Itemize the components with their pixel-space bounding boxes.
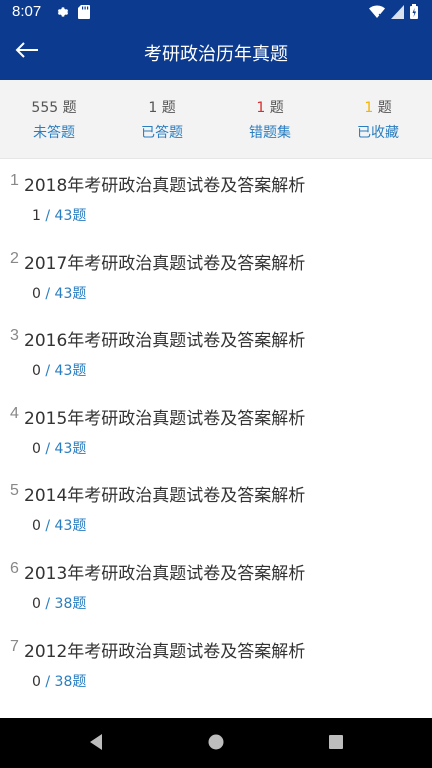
item-title: 2017年考研政治真题试卷及答案解析 xyxy=(24,253,306,274)
item-progress: 0 / 38题 xyxy=(32,595,87,612)
sd-card-icon xyxy=(78,4,90,23)
exam-list: 1 2018年考研政治真题试卷及答案解析 1 / 43题 2 2017年考研政治… xyxy=(0,159,432,702)
nav-home-button[interactable] xyxy=(205,733,227,755)
item-title: 2013年考研政治真题试卷及答案解析 xyxy=(24,563,306,584)
stat-unanswered[interactable]: 555 题 未答题 xyxy=(0,80,108,158)
status-left-icons xyxy=(56,4,90,23)
item-index: 4 xyxy=(10,404,19,422)
nav-recents-button[interactable] xyxy=(325,733,347,755)
item-index: 2 xyxy=(10,249,19,267)
stat-count: 1 题 xyxy=(148,100,176,116)
page-title: 考研政治历年真题 xyxy=(144,44,288,65)
stat-count: 555 题 xyxy=(31,100,77,116)
item-title: 2016年考研政治真题试卷及答案解析 xyxy=(24,331,306,352)
stat-label: 错题集 xyxy=(249,125,291,141)
wifi-icon xyxy=(369,4,385,23)
toolbar: 考研政治历年真题 xyxy=(0,24,432,80)
stat-favorites[interactable]: 1 题 已收藏 xyxy=(324,80,432,158)
list-item[interactable]: 7 2012年考研政治真题试卷及答案解析 0 / 38题 xyxy=(0,625,432,703)
stat-answered[interactable]: 1 题 已答题 xyxy=(108,80,216,158)
stat-wrong-questions[interactable]: 1 题 错题集 xyxy=(216,80,324,158)
nav-back-icon xyxy=(87,733,105,755)
nav-recents-icon xyxy=(327,733,345,755)
list-item[interactable]: 4 2015年考研政治真题试卷及答案解析 0 / 43题 xyxy=(0,392,432,470)
list-item[interactable]: 1 2018年考研政治真题试卷及答案解析 1 / 43题 xyxy=(0,159,432,237)
item-index: 3 xyxy=(10,327,19,345)
item-index: 5 xyxy=(10,482,19,500)
status-bar: 8:07 xyxy=(0,0,432,24)
item-progress: 0 / 43题 xyxy=(32,363,87,380)
nav-home-icon xyxy=(207,733,225,755)
list-item[interactable]: 3 2016年考研政治真题试卷及答案解析 0 / 43题 xyxy=(0,314,432,392)
status-time: 8:07 xyxy=(12,3,42,20)
signal-icon xyxy=(391,4,404,23)
item-index: 7 xyxy=(10,637,19,655)
item-progress: 0 / 38题 xyxy=(32,673,87,690)
stat-count: 1 题 xyxy=(364,100,392,116)
nav-back-button[interactable] xyxy=(85,733,107,755)
list-item[interactable]: 5 2014年考研政治真题试卷及答案解析 0 / 43题 xyxy=(0,469,432,547)
list-item[interactable]: 6 2013年考研政治真题试卷及答案解析 0 / 38题 xyxy=(0,547,432,625)
battery-icon xyxy=(410,4,418,23)
item-index: 6 xyxy=(10,559,19,577)
item-title: 2014年考研政治真题试卷及答案解析 xyxy=(24,486,306,507)
item-index: 1 xyxy=(10,172,19,189)
stat-count: 1 题 xyxy=(256,100,284,116)
item-progress: 0 / 43题 xyxy=(32,285,87,302)
list-item[interactable]: 2 2017年考研政治真题试卷及答案解析 0 / 43题 xyxy=(0,237,432,315)
item-title: 2015年考研政治真题试卷及答案解析 xyxy=(24,408,306,429)
status-right-icons xyxy=(369,4,418,23)
stat-label: 已收藏 xyxy=(357,125,399,141)
settings-icon xyxy=(56,4,70,23)
item-progress: 0 / 43题 xyxy=(32,518,87,535)
item-progress: 1 / 43题 xyxy=(32,208,87,224)
stats-summary: 555 题 未答题 1 题 已答题 1 题 错题集 1 题 已收藏 xyxy=(0,80,432,159)
stat-label: 已答题 xyxy=(141,125,183,141)
item-title: 2018年考研政治真题试卷及答案解析 xyxy=(24,176,306,196)
item-title: 2012年考研政治真题试卷及答案解析 xyxy=(24,641,306,662)
stat-label: 未答题 xyxy=(33,125,75,141)
item-progress: 0 / 43题 xyxy=(32,440,87,457)
system-navigation-bar xyxy=(0,718,432,768)
